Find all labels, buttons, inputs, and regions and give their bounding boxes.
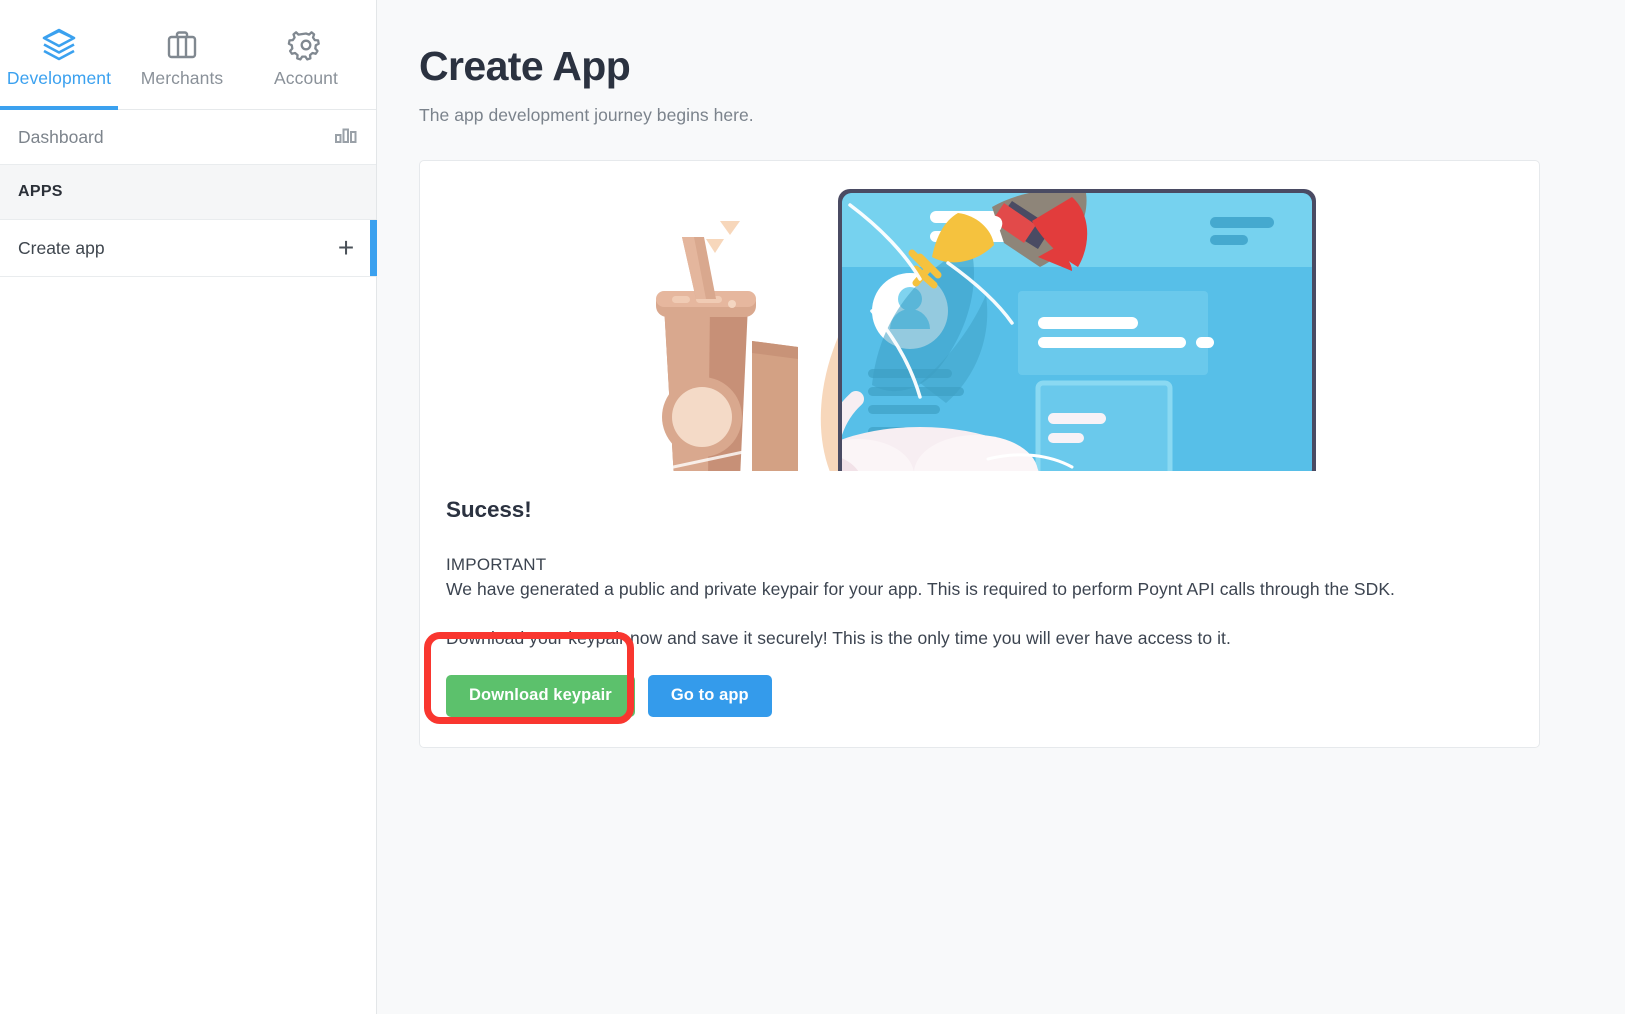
rocket-launch-tablet-illustration	[420, 161, 1539, 472]
important-label: IMPORTANT	[446, 555, 547, 575]
gear-icon	[286, 26, 326, 64]
briefcase-icon	[162, 26, 202, 64]
confetti-triangles-right	[1320, 309, 1338, 323]
sidebar-item-create-app-label: Create app	[18, 237, 105, 258]
sidebar-item-dashboard-label: Dashboard	[18, 126, 104, 147]
plus-icon[interactable]: +	[334, 234, 358, 262]
keypair-paragraph-2: Download your keypair now and save it se…	[446, 628, 1231, 649]
page-title: Create App	[419, 43, 631, 89]
main-content: Create App The app development journey b…	[377, 0, 1625, 1014]
success-heading: Sucess!	[446, 497, 532, 523]
tab-merchants-label: Merchants	[140, 68, 224, 88]
top-nav-tabs: Development Merchants Account	[0, 0, 376, 110]
tab-merchants[interactable]: Merchants	[118, 0, 246, 109]
layers-icon	[39, 26, 79, 64]
page-subtitle: The app development journey begins here.	[419, 105, 754, 126]
sidebar-section-apps: APPS	[0, 165, 376, 220]
keypair-paragraph-1: We have generated a public and private k…	[446, 579, 1395, 600]
sidebar-item-create-app[interactable]: Create app +	[0, 220, 377, 277]
tablet-device	[837, 189, 1316, 472]
download-keypair-button[interactable]: Download keypair	[446, 675, 635, 718]
bar-chart-icon	[334, 126, 358, 149]
go-to-app-button[interactable]: Go to app	[647, 675, 772, 718]
tab-development-label: Development	[6, 68, 112, 88]
confetti-triangles	[705, 221, 740, 254]
tab-development[interactable]: Development	[0, 0, 118, 110]
sidebar-active-indicator	[370, 220, 377, 276]
sidebar: Development Merchants Account Dashboard …	[0, 0, 377, 1014]
card-body: Sucess! IMPORTANT We have generated a pu…	[420, 497, 1539, 725]
app-root: Development Merchants Account Dashboard …	[0, 0, 1625, 1014]
sidebar-item-dashboard[interactable]: Dashboard	[0, 110, 376, 165]
create-app-card: Sucess! IMPORTANT We have generated a pu…	[419, 160, 1540, 749]
tab-account[interactable]: Account	[246, 0, 366, 109]
card-button-row: Download keypair Go to app	[424, 632, 1513, 725]
tab-account-label: Account	[274, 68, 338, 88]
sidebar-section-apps-label: APPS	[18, 183, 63, 200]
coffee-cup	[655, 237, 798, 472]
